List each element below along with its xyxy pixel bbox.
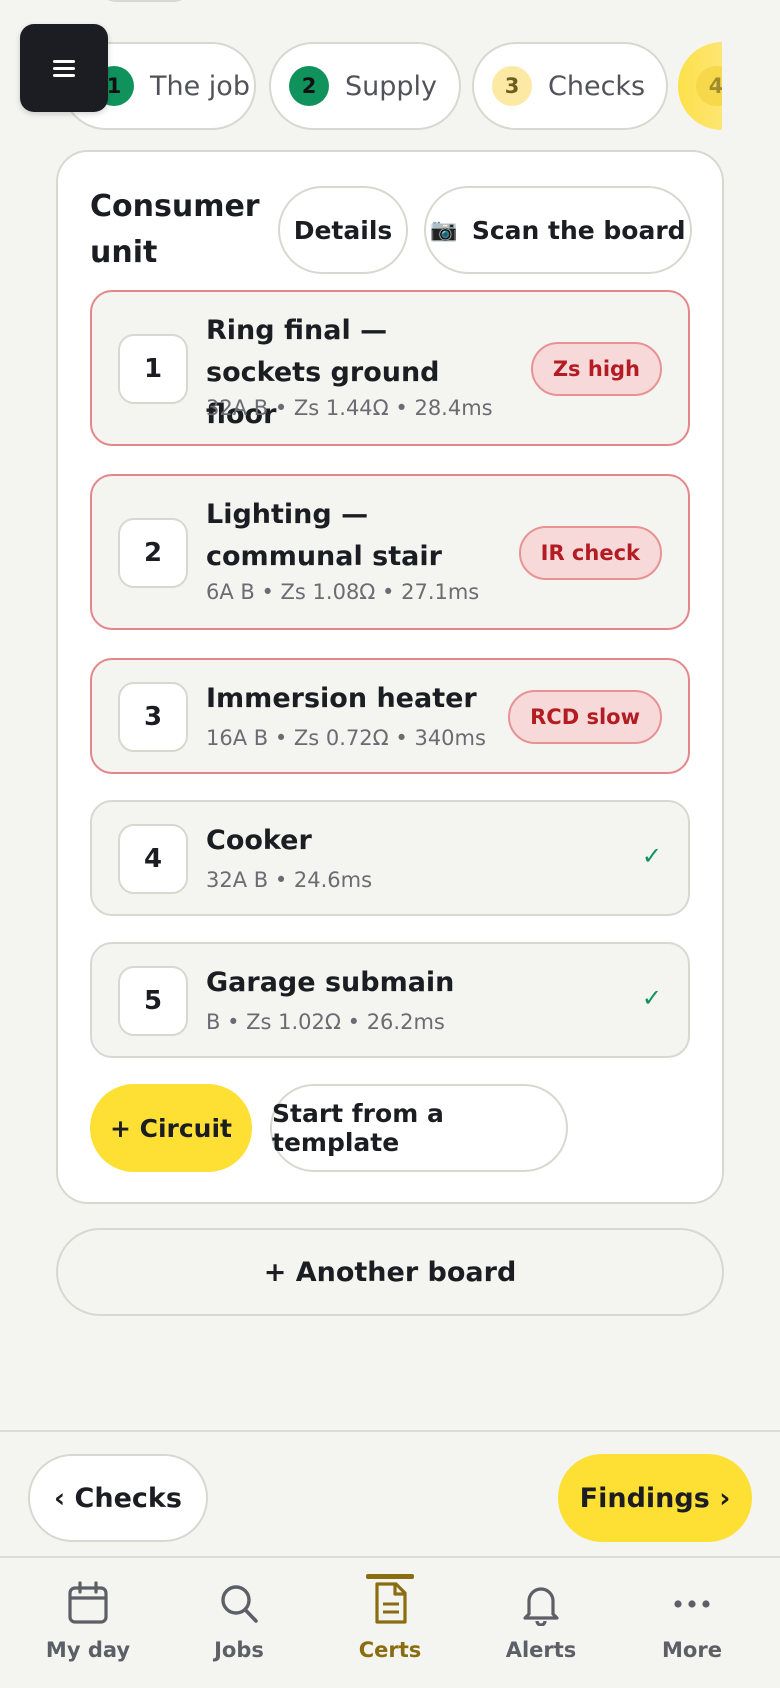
menu-button[interactable] — [20, 24, 108, 112]
hamburger-menu-icon — [53, 56, 75, 81]
add-another-board-button[interactable]: + Another board — [56, 1228, 724, 1316]
circuit-number: 3 — [118, 682, 188, 752]
circuit-number: 1 — [118, 334, 188, 404]
circuit-meta: B • Zs 1.02Ω • 26.2ms — [206, 1010, 445, 1034]
step-footer: ‹ Checks Findings › — [0, 1430, 780, 1558]
scan-board-button[interactable]: 📷 Scan the board — [424, 186, 692, 274]
tab-label: More — [662, 1638, 722, 1662]
tab-my-day[interactable]: My day — [10, 1558, 166, 1688]
status-badge: IR check — [518, 526, 662, 580]
step-current[interactable]: 4 — [678, 42, 722, 130]
circuit-meta: 32A B • 24.6ms — [206, 868, 373, 892]
circuit-name: Cooker — [206, 825, 312, 856]
document-icon — [375, 1582, 407, 1624]
tab-label: Jobs — [214, 1638, 264, 1662]
tab-jobs[interactable]: Jobs — [161, 1558, 317, 1688]
circuit-row-5[interactable]: 5 Garage submain B • Zs 1.02Ω • 26.2ms ✓ — [90, 942, 690, 1058]
step-number: 4 — [696, 66, 722, 106]
circuit-meta: 6A B • Zs 1.08Ω • 27.1ms — [206, 580, 480, 604]
tab-label: Certs — [358, 1638, 422, 1662]
step-navigation: 1 The job 2 Supply 3 Checks 4 — [62, 42, 722, 130]
scan-board-label: Scan the board — [471, 215, 686, 245]
tab-alerts[interactable]: Alerts — [463, 1558, 619, 1688]
active-tab-indicator — [366, 1574, 414, 1579]
bell-icon — [523, 1587, 559, 1626]
circuit-row-1[interactable]: 1 Ring final — sockets ground floor 32A … — [90, 290, 690, 446]
next-findings-button[interactable]: Findings › — [558, 1454, 752, 1542]
more-dots-icon — [674, 1600, 710, 1608]
status-badge: RCD slow — [508, 690, 662, 744]
tab-more[interactable]: More — [614, 1558, 770, 1688]
circuit-meta: 32A B • Zs 1.44Ω • 28.4ms — [206, 396, 493, 420]
previous-card-edge — [95, 0, 195, 2]
bottom-tab-bar: My day Jobs Certs Alerts More — [0, 1556, 780, 1688]
step-label: Checks — [548, 70, 646, 102]
start-from-template-button[interactable]: Start from a template — [270, 1084, 568, 1172]
details-button[interactable]: Details — [278, 186, 408, 274]
board-title: Consumer unit — [90, 189, 260, 270]
circuit-row-4[interactable]: 4 Cooker 32A B • 24.6ms ✓ — [90, 800, 690, 916]
calendar-icon — [68, 1581, 108, 1624]
back-to-checks-button[interactable]: ‹ Checks — [28, 1454, 208, 1542]
step-number: 2 — [289, 66, 329, 106]
circuit-meta: 16A B • Zs 0.72Ω • 340ms — [206, 726, 486, 750]
step-checks[interactable]: 3 Checks — [472, 42, 668, 130]
camera-icon: 📷 — [430, 217, 458, 243]
tab-label: Alerts — [505, 1638, 577, 1662]
circuit-name: Garage submain — [206, 967, 455, 998]
status-badge: Zs high — [530, 342, 662, 396]
circuit-number: 5 — [118, 966, 188, 1036]
check-icon: ✓ — [641, 984, 662, 1012]
step-supply[interactable]: 2 Supply — [269, 42, 461, 130]
circuit-row-2[interactable]: 2 Lighting — communal stair 6A B • Zs 1.… — [90, 474, 690, 630]
search-icon — [221, 1585, 258, 1623]
tab-label: My day — [45, 1638, 131, 1662]
step-label: Supply — [345, 70, 438, 102]
tab-certs[interactable]: Certs — [312, 1558, 468, 1688]
check-icon: ✓ — [641, 842, 662, 870]
consumer-unit-card: Consumer unit Details 📷 Scan the board 1… — [56, 150, 724, 1204]
circuit-row-3[interactable]: 3 Immersion heater 16A B • Zs 0.72Ω • 34… — [90, 658, 690, 774]
add-circuit-button[interactable]: + Circuit — [90, 1084, 252, 1172]
step-label: The job — [150, 70, 250, 102]
step-number: 3 — [492, 66, 532, 106]
circuit-name: Lighting — communal stair — [206, 499, 442, 572]
circuit-number: 2 — [118, 518, 188, 588]
circuit-number: 4 — [118, 824, 188, 894]
circuit-name: Immersion heater — [206, 683, 477, 714]
